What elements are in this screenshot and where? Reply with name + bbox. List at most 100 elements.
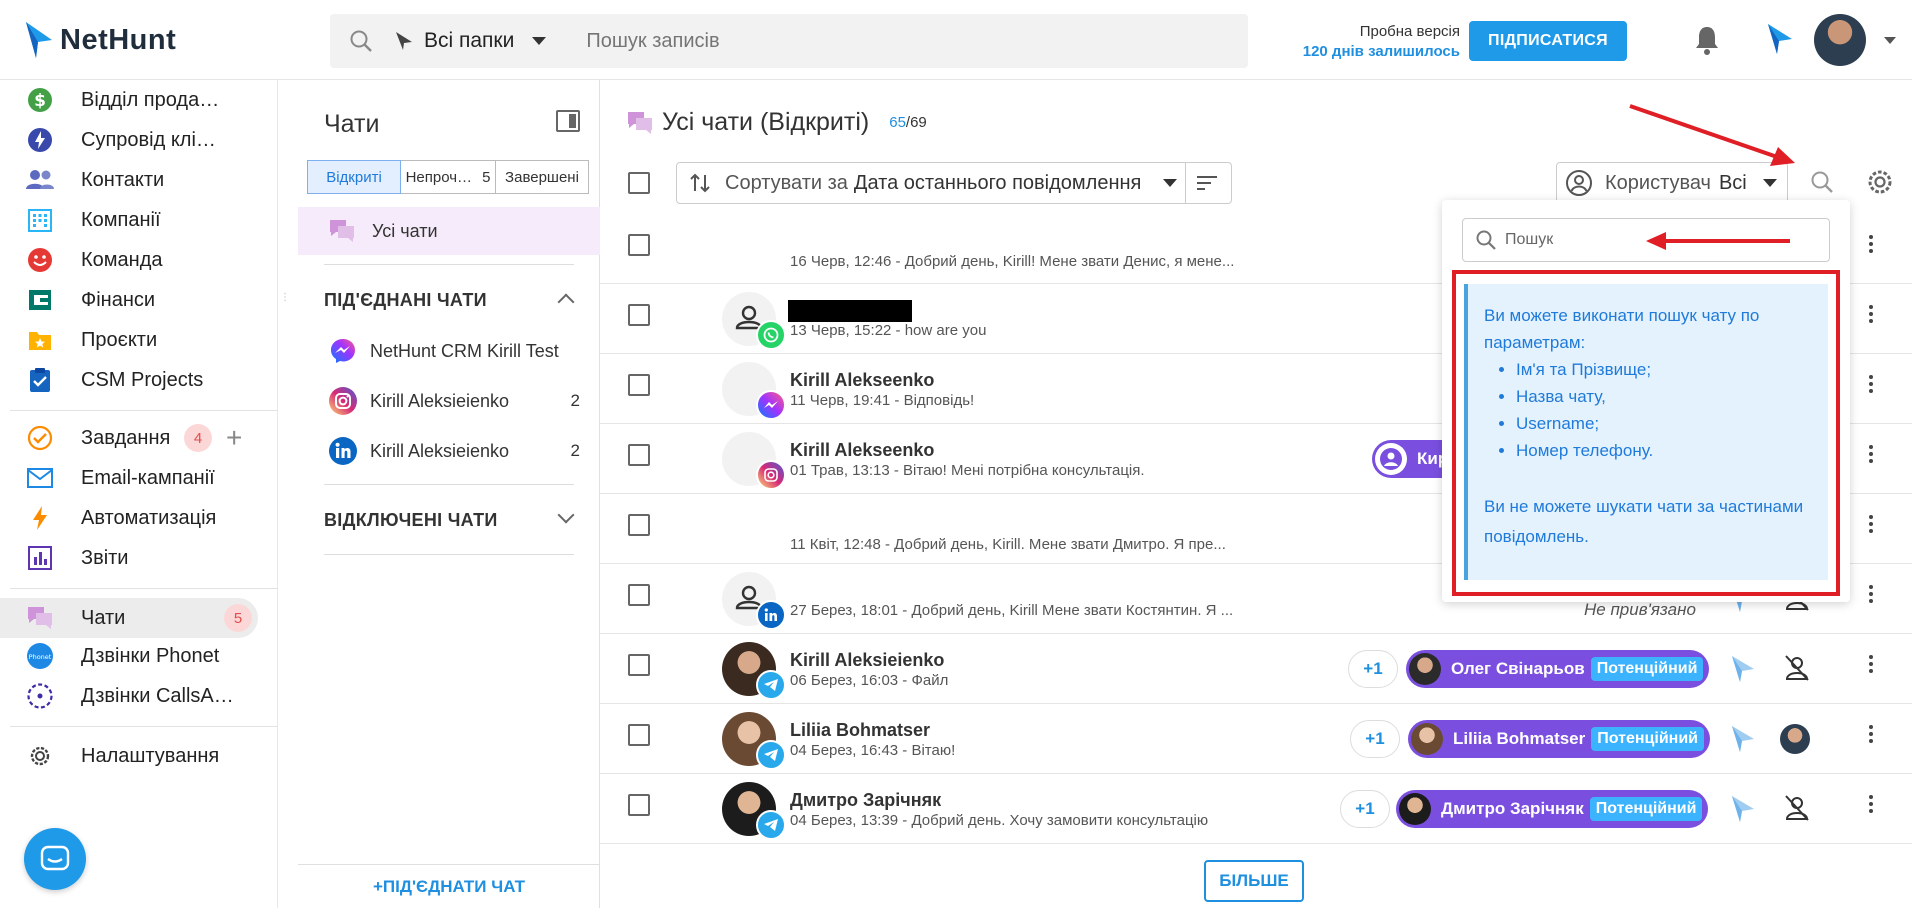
more-participants-badge[interactable]: +1 (1348, 650, 1398, 688)
chat-search-input[interactable] (1505, 231, 1805, 249)
sidebar: $ Відділ прода… Супровід клі… Контакти К… (0, 80, 278, 908)
chat-row[interactable]: Дмитро Зарічняк 04 Берез, 13:39 - Добрий… (600, 774, 1912, 844)
sidebar-item-sales[interactable]: $ Відділ прода… (0, 82, 278, 118)
nethunt-icon[interactable] (1730, 724, 1756, 754)
bell-icon[interactable] (1692, 24, 1722, 56)
row-checkbox[interactable] (628, 444, 650, 466)
sidebar-item-team[interactable]: Команда (0, 242, 278, 278)
panel-collapse-icon[interactable] (556, 110, 580, 132)
more-vert-icon[interactable] (1868, 302, 1874, 326)
all-chats-item[interactable]: Усі чати (298, 207, 600, 255)
row-checkbox[interactable] (628, 304, 650, 326)
sidebar-item-automation[interactable]: Автоматизація (0, 500, 278, 536)
sidebar-item-chats[interactable]: Чати 5 (0, 598, 258, 638)
sidebar-item-email-campaigns[interactable]: Email-кампанії (0, 460, 278, 496)
main-title: Усі чати (Відкриті) 65/69 (626, 108, 927, 137)
row-checkbox[interactable] (628, 654, 650, 676)
row-checkbox[interactable] (628, 794, 650, 816)
tab-label: Непроч… (405, 168, 473, 186)
chevron-down-icon[interactable] (557, 506, 575, 524)
chevron-up-icon[interactable] (557, 293, 575, 311)
owner-avatar (1409, 653, 1441, 685)
more-vert-icon[interactable] (1868, 372, 1874, 396)
connect-chat-button[interactable]: +ПІД'ЄДНАТИ ЧАТ (298, 864, 600, 908)
more-vert-icon[interactable] (1868, 582, 1874, 606)
owner-tag[interactable]: Олег Свінарьов Потенційний (1406, 650, 1710, 688)
select-all-checkbox[interactable] (628, 172, 650, 194)
chats-panel: Чати Відкриті Непроч… 5 Завершені Усі чат… (298, 80, 600, 908)
chat-last-message: 16 Черв, 12:46 - Добрий день, Kirill! Ме… (790, 253, 1235, 270)
unassigned-label: Не прив'язано (1584, 600, 1696, 619)
sidebar-item-companies[interactable]: Компанії (0, 202, 278, 238)
tab-unread[interactable]: Непроч… 5 (400, 160, 496, 194)
sidebar-item-phonet-calls[interactable]: Phonet Дзвінки Phonet (0, 638, 278, 674)
sidebar-item-label: Компанії (81, 208, 161, 231)
chevron-down-icon[interactable] (1884, 37, 1896, 44)
chat-last-message: 04 Берез, 16:43 - Вітаю! (790, 742, 956, 759)
sidebar-item-finance[interactable]: Фінанси (0, 282, 278, 318)
sort-order-icon[interactable] (1195, 173, 1219, 193)
chat-row[interactable]: Kirill Aleksieienko 06 Берез, 16:03 - Фа… (600, 634, 1912, 704)
owner-tag[interactable]: Дмитро Зарічняк Потенційний (1396, 790, 1709, 828)
user-avatar[interactable] (1814, 14, 1866, 66)
sidebar-item-reports[interactable]: Звіти (0, 540, 278, 576)
connected-chat-item[interactable]: NetHunt CRM Kirill Test (328, 335, 588, 367)
nethunt-icon[interactable] (1730, 794, 1756, 824)
tab-finished[interactable]: Завершені (495, 160, 589, 194)
chat-row[interactable]: Liliia Bohmatser 04 Берез, 16:43 - Вітаю… (600, 704, 1912, 774)
more-vert-icon[interactable] (1868, 792, 1874, 816)
tab-open[interactable]: Відкриті (307, 160, 401, 194)
divider (10, 726, 278, 727)
nethunt-app-icon[interactable] (1766, 22, 1794, 56)
sidebar-item-csm-projects[interactable]: CSM Projects (0, 362, 278, 398)
search-icon[interactable] (1808, 168, 1836, 196)
sidebar-item-settings[interactable]: Налаштування (0, 738, 278, 774)
folder-select[interactable]: Всі папки (394, 29, 547, 53)
redacted-name (788, 300, 912, 322)
gear-icon[interactable] (1864, 166, 1896, 198)
more-vert-icon[interactable] (1868, 652, 1874, 676)
user-circle-icon (1566, 170, 1592, 196)
subscribe-button[interactable]: ПІДПИСАТИСЯ (1469, 21, 1627, 61)
resize-handle[interactable]: ⋮ (280, 293, 290, 315)
more-vert-icon[interactable] (1868, 442, 1874, 466)
unassigned-user-icon[interactable] (1784, 794, 1810, 822)
chat-search-field[interactable] (1462, 218, 1830, 262)
sidebar-item-contacts[interactable]: Контакти (0, 162, 278, 198)
more-participants-badge[interactable]: +1 (1340, 790, 1390, 828)
sidebar-item-projects[interactable]: Проєкти (0, 322, 278, 358)
linkedin-icon (756, 600, 786, 630)
row-checkbox[interactable] (628, 234, 650, 256)
more-participants-badge[interactable]: +1 (1350, 720, 1400, 758)
trial-days-link[interactable]: 120 днів залишилось (1303, 42, 1460, 62)
nethunt-logo[interactable]: NetHunt (22, 20, 176, 60)
connected-chat-item[interactable]: Kirill Aleksieienko 2 (328, 385, 588, 417)
search-info-note: Ви можете виконати пошук чату по парамет… (1464, 284, 1828, 580)
more-vert-icon[interactable] (1868, 232, 1874, 256)
more-vert-icon[interactable] (1868, 512, 1874, 536)
unassigned-user-icon[interactable] (1784, 654, 1810, 682)
add-task-button[interactable]: + (226, 424, 242, 452)
row-checkbox[interactable] (628, 724, 650, 746)
support-chat-button[interactable] (24, 828, 86, 890)
lightning-icon (26, 126, 54, 154)
sidebar-item-callsapp-calls[interactable]: Дзвінки CallsA… (0, 678, 278, 714)
status-badge: Потенційний (1589, 797, 1703, 821)
row-checkbox[interactable] (628, 374, 650, 396)
row-checkbox[interactable] (628, 584, 650, 606)
assignee-avatar[interactable] (1780, 724, 1810, 754)
sort-select[interactable]: Сортувати за Дата останнього повідомленн… (676, 162, 1232, 204)
global-search-input[interactable] (586, 29, 1087, 53)
connected-chat-item[interactable]: Kirill Aleksieienko 2 (328, 435, 588, 467)
connected-chat-name: Kirill Aleksieienko (370, 390, 510, 411)
sidebar-item-tasks[interactable]: Завдання 4 + (0, 420, 278, 456)
owner-tag[interactable]: Кир (1372, 440, 1452, 478)
load-more-button[interactable]: БІЛЬШЕ (1204, 860, 1304, 902)
owner-tag[interactable]: Liliia Bohmatser Потенційний (1408, 720, 1710, 758)
sidebar-item-support[interactable]: Супровід клі… (0, 122, 278, 158)
search-icon[interactable] (348, 28, 374, 54)
user-filter-select[interactable]: Користувач Всі (1556, 162, 1788, 204)
nethunt-icon[interactable] (1730, 654, 1756, 684)
more-vert-icon[interactable] (1868, 722, 1874, 746)
row-checkbox[interactable] (628, 514, 650, 536)
